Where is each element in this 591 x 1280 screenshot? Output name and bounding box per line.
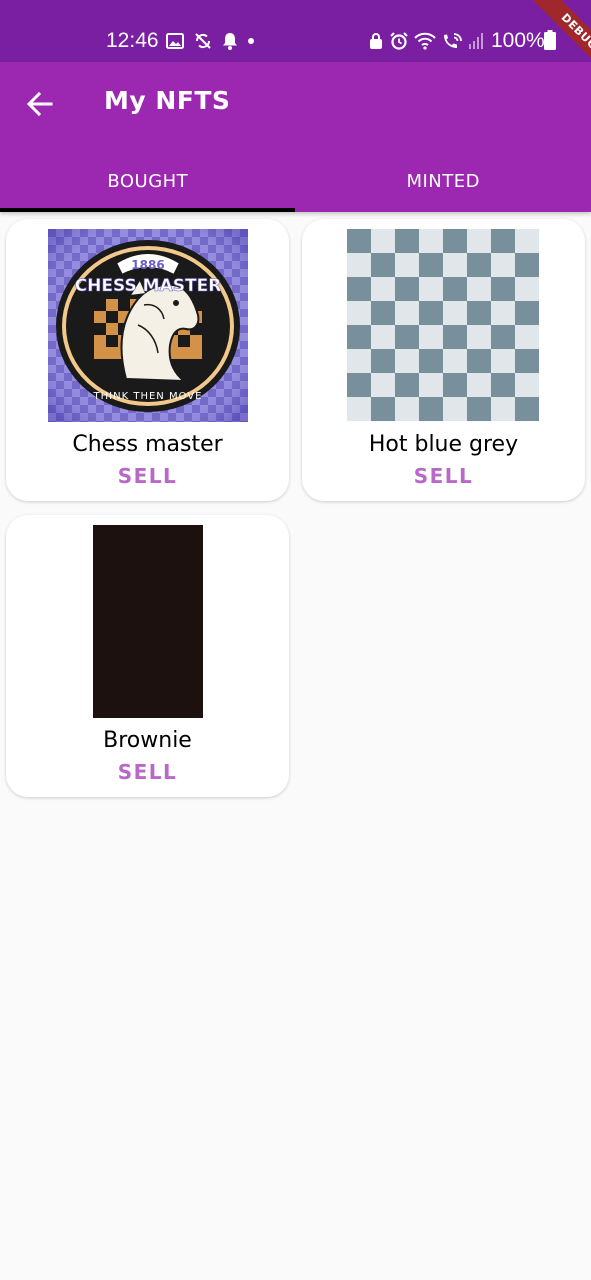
nft-image-chess-master: 1886 CHESS MASTER THINK THEN MOVE: [48, 229, 248, 422]
app-bar: My NFTS BOUGHT MINTED: [0, 62, 591, 212]
lock-icon: [370, 33, 382, 49]
nft-name: Chess master: [72, 432, 223, 457]
sync-off-icon: [195, 33, 211, 49]
back-button[interactable]: [20, 84, 60, 124]
tab-indicator: [0, 208, 295, 212]
signal-icon: [469, 33, 483, 49]
tab-minted-label: MINTED: [406, 170, 481, 192]
tab-bought-label: BOUGHT: [107, 170, 189, 192]
bell-icon: [223, 33, 237, 50]
sell-button[interactable]: SELL: [302, 462, 585, 490]
image-icon: [166, 33, 184, 49]
nft-card-chess-master[interactable]: 1886 CHESS MASTER THINK THEN MOVE Chess …: [6, 219, 289, 501]
sell-button[interactable]: SELL: [6, 758, 289, 786]
arrow-back-icon: [26, 91, 53, 117]
nft-card-brownie[interactable]: Brownie SELL: [6, 515, 289, 797]
badge-motto: THINK THEN MOVE: [93, 391, 203, 402]
dot-icon: [248, 38, 254, 44]
badge-year: 1886: [131, 258, 164, 272]
page-title: My NFTS: [104, 86, 231, 115]
nft-image-hot-blue-grey: [347, 229, 539, 421]
status-time: 12:46: [106, 29, 159, 52]
tab-bought[interactable]: BOUGHT: [0, 150, 296, 212]
nft-name: Hot blue grey: [368, 432, 519, 457]
alarm-icon: [390, 32, 408, 50]
wifi-call-icon: [444, 33, 462, 48]
nft-card-hot-blue-grey[interactable]: Hot blue grey SELL: [302, 219, 585, 501]
status-bar: 12:46 100%: [0, 0, 591, 62]
nft-image-brownie: [93, 525, 203, 718]
sell-button[interactable]: SELL: [6, 462, 289, 490]
badge-title: CHESS MASTER: [75, 276, 222, 296]
status-left-icons: [166, 30, 255, 52]
wifi-icon: [414, 32, 436, 50]
status-right-icons: [368, 30, 484, 52]
tab-bar: BOUGHT MINTED: [0, 150, 591, 212]
nft-name: Brownie: [103, 728, 192, 753]
tab-minted[interactable]: MINTED: [296, 150, 591, 212]
